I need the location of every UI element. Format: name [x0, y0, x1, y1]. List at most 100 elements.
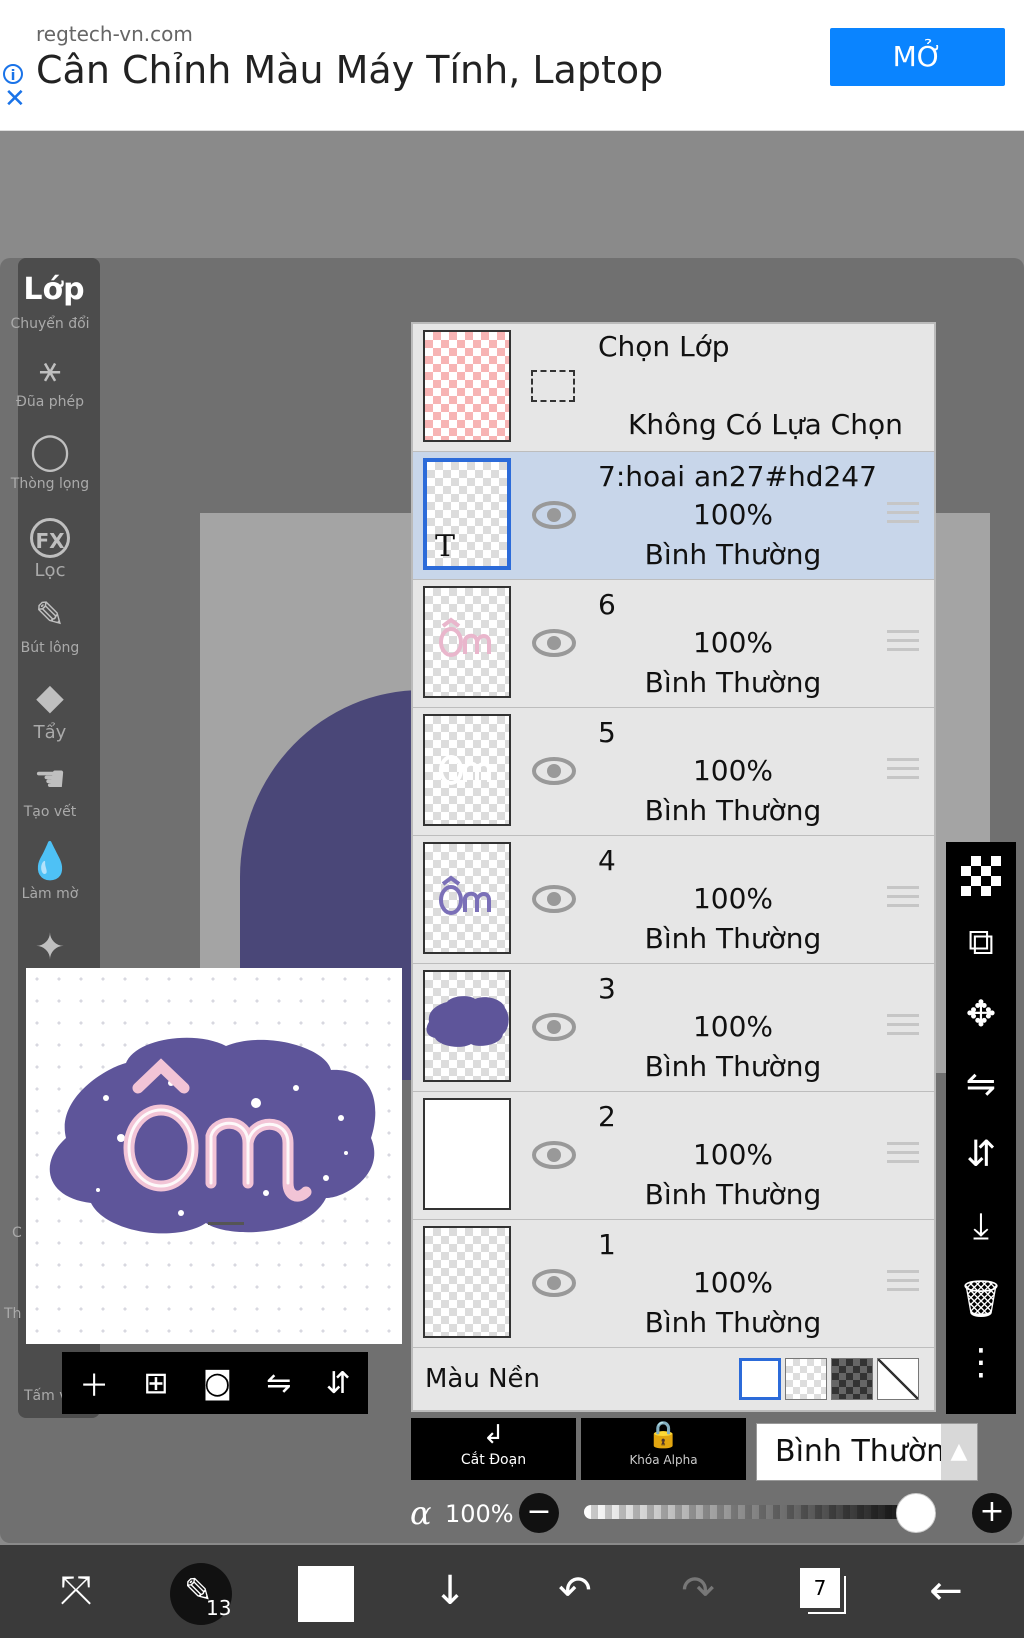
selection-thumbnail	[423, 330, 511, 442]
eye-icon[interactable]	[531, 1004, 577, 1050]
layers-button[interactable]: 7	[800, 1568, 840, 1608]
right-toolbar: ⧉ ✥ ⇋ ⇵ ⤓ 🗑 ⋮	[946, 842, 1016, 1414]
text-layer-icon: T	[435, 529, 456, 564]
layer-transfer-icon[interactable]: ⧉	[946, 922, 1016, 964]
brush-size: 13	[206, 1596, 232, 1620]
tool-label-partial: C	[12, 1225, 22, 1241]
eye-icon[interactable]	[531, 492, 577, 538]
background-color-row: Màu Nền	[413, 1348, 934, 1412]
opacity-increase-button[interactable]: +	[972, 1493, 1012, 1533]
tool-filter[interactable]: FX Lọc	[8, 516, 92, 581]
drag-handle-icon[interactable]	[887, 1014, 919, 1040]
camera-icon[interactable]: ◙	[203, 1366, 232, 1401]
eye-icon[interactable]	[531, 1132, 577, 1178]
tool-magic-wand[interactable]: ⚹ Đũa phép	[8, 348, 92, 410]
tool-switch-icon[interactable]: ⤧	[46, 1568, 106, 1614]
tool-label: Bút lông	[20, 640, 80, 656]
redo-icon[interactable]: ↷	[668, 1568, 728, 1614]
drag-handle-icon[interactable]	[887, 630, 919, 656]
layer-thumbnail	[423, 1098, 511, 1210]
flip-vertical-icon[interactable]: ⇵	[326, 1366, 351, 1401]
move-icon[interactable]: ✥	[946, 994, 1016, 1035]
info-icon[interactable]: i	[3, 64, 23, 84]
layer-row-6[interactable]: 6 100% Bình Thường	[413, 580, 934, 708]
tool-label-partial: Tấm v	[24, 1388, 68, 1404]
alpha-lock-label: Khóa Alpha	[629, 1453, 698, 1467]
tool-sparkle[interactable]: ✦	[8, 926, 92, 972]
ad-banner[interactable]: regtech-vn.com Cân Chỉnh Màu Máy Tính, L…	[0, 0, 1024, 131]
opacity-slider-thumb[interactable]	[896, 1493, 936, 1533]
eye-icon[interactable]	[531, 876, 577, 922]
layer-name: 7:hoai an27#hd247	[598, 460, 877, 493]
bg-swatch-checker-dark[interactable]	[831, 1358, 873, 1400]
add-copy-icon[interactable]: ⊞	[143, 1366, 168, 1401]
clipping-label: Cắt Đoạn	[460, 1452, 527, 1468]
checkerboard-icon[interactable]	[946, 852, 1016, 905]
clipping-button[interactable]: ↲ Cắt Đoạn	[411, 1418, 576, 1480]
layer-panel: Chọn Lớp Không Có Lựa Chọn T 7:hoai an27…	[411, 322, 936, 1412]
ad-open-button[interactable]: MỞ	[830, 28, 1005, 86]
tool-label: Tạo vết	[23, 804, 77, 820]
alpha-lock-button[interactable]: 🔒 Khóa Alpha	[581, 1418, 746, 1480]
fx-icon: FX	[30, 518, 70, 558]
smudge-icon: ☚	[33, 759, 67, 800]
eye-icon[interactable]	[531, 748, 577, 794]
opacity-slider[interactable]	[584, 1505, 936, 1519]
sparkle-icon: ✦	[34, 927, 66, 968]
drag-handle-icon[interactable]	[887, 1270, 919, 1296]
arrow-down-icon[interactable]: ↓	[420, 1568, 480, 1614]
blur-icon: 💧	[27, 841, 73, 882]
opacity-decrease-button[interactable]: −	[519, 1493, 559, 1533]
layer-row-3[interactable]: 3 100% Bình Thường	[413, 964, 934, 1092]
color-swatch[interactable]	[298, 1566, 354, 1622]
tool-label: Tẩy	[33, 722, 67, 743]
layer-row-2[interactable]: 2 100% Bình Thường	[413, 1092, 934, 1220]
artwork-preview	[49, 1037, 376, 1234]
more-options-icon[interactable]: ⋮	[946, 1342, 1016, 1383]
flip-horizontal-icon[interactable]: ⇋	[266, 1366, 291, 1401]
merge-down-icon[interactable]: ⤓	[946, 1206, 1016, 1248]
tool-eraser[interactable]: ◆ Tẩy	[8, 676, 92, 743]
flip-vertical-icon[interactable]: ⇵	[946, 1134, 1016, 1175]
ad-domain: regtech-vn.com	[36, 22, 193, 46]
add-layer-icon[interactable]: ＋	[79, 1361, 109, 1405]
drag-handle-icon[interactable]	[887, 1142, 919, 1168]
layer-opacity: 100%	[692, 1010, 774, 1043]
layer-thumbnail	[423, 714, 511, 826]
layer-blend-mode: Bình Thường	[644, 1306, 822, 1339]
eye-icon[interactable]	[531, 1260, 577, 1306]
undo-icon[interactable]: ↶	[545, 1568, 605, 1614]
canvas-preview[interactable]	[26, 968, 402, 1344]
selection-layer-row[interactable]: Chọn Lớp Không Có Lựa Chọn	[413, 324, 934, 452]
bg-swatch-white[interactable]	[739, 1358, 781, 1400]
tool-blur[interactable]: 💧 Làm mờ	[8, 840, 92, 902]
blend-mode-select[interactable]: Bình Thường ▲	[756, 1423, 978, 1481]
layer-blend-mode: Bình Thường	[644, 1178, 822, 1211]
bg-swatch-checker-light[interactable]	[785, 1358, 827, 1400]
drag-handle-icon[interactable]	[887, 886, 919, 912]
layer-row-1[interactable]: 1 100% Bình Thường	[413, 1220, 934, 1348]
layer-row-7[interactable]: T 7:hoai an27#hd247 100% Bình Thường	[413, 452, 934, 580]
tool-smudge[interactable]: ☚ Tạo vết	[8, 758, 92, 820]
tool-label: Thòng lọng	[10, 476, 90, 492]
ad-title[interactable]: Cân Chỉnh Màu Máy Tính, Laptop	[36, 48, 663, 92]
flip-horizontal-icon[interactable]: ⇋	[946, 1064, 1016, 1105]
close-icon[interactable]: ✕	[4, 86, 26, 112]
selection-rect-icon	[531, 370, 575, 402]
drag-handle-icon[interactable]	[887, 758, 919, 784]
sidebar-title[interactable]: Lớp	[22, 272, 86, 307]
tool-transform[interactable]: Chuyển đổi	[8, 316, 92, 332]
eye-icon[interactable]	[531, 620, 577, 666]
layer-blend-mode: Bình Thường	[644, 922, 822, 955]
back-arrow-icon[interactable]: ←	[916, 1568, 976, 1614]
tool-label: Làm mờ	[21, 886, 79, 902]
layer-opacity: 100%	[692, 498, 774, 531]
layer-row-4[interactable]: 4 100% Bình Thường	[413, 836, 934, 964]
layer-blend-mode: Bình Thường	[644, 794, 822, 827]
drag-handle-icon[interactable]	[887, 502, 919, 528]
trash-icon[interactable]: 🗑	[946, 1278, 1016, 1320]
tool-lasso[interactable]: ◯ Thòng lọng	[8, 430, 92, 492]
layer-row-5[interactable]: 5 100% Bình Thường	[413, 708, 934, 836]
tool-brush[interactable]: ✎ Bút lông	[8, 594, 92, 656]
bg-swatch-none[interactable]	[877, 1358, 919, 1400]
